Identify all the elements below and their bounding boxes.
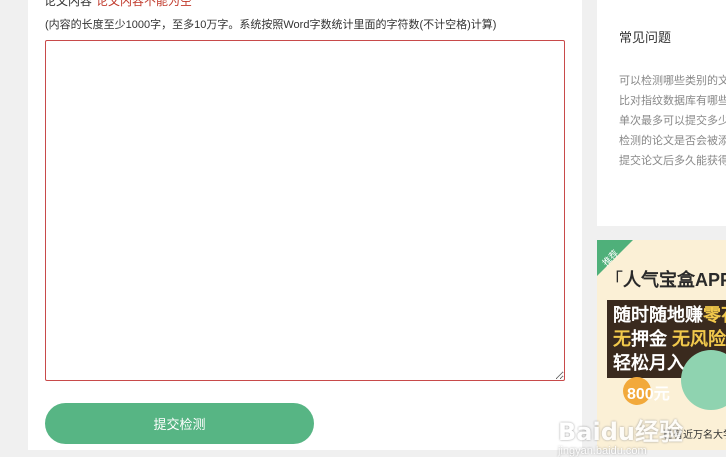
faq-item[interactable]: 提交论文后多久能获得报 [619, 151, 726, 171]
ad-app-name: 人气宝盒APP [623, 270, 726, 290]
submit-check-button[interactable]: 提交检测 [45, 403, 314, 444]
ad-slogan-text: 押金 [631, 329, 667, 349]
ad-amount: 800元 [627, 386, 670, 403]
content-label-text: 论文内容 [44, 0, 93, 8]
baidu-jingyan-watermark: Baidu经验 jingyan.baidu.com [558, 412, 683, 457]
faq-list: 可以检测哪些类别的文章 比对指纹数据库有哪些？ 单次最多可以提交多少字 检测的论… [619, 71, 726, 171]
ad-slogan-line-2: 无押金 无风险 [613, 327, 726, 351]
ad-slogan-text: 随时随地赚 [613, 305, 703, 325]
faq-title: 常见问题 [619, 30, 672, 45]
length-hint: (内容的长度至少1000字，至多10万字。系统按照Word字数统计里面的字符数(… [45, 19, 497, 31]
main-panel: 论文内容 论文内容不能为空 (内容的长度至少1000字，至多10万字。系统按照Wo… [28, 0, 582, 450]
faq-item[interactable]: 单次最多可以提交多少字 [619, 111, 726, 131]
ad-slogan-accent: 无风险 [672, 329, 726, 349]
faq-item[interactable]: 比对指纹数据库有哪些？ [619, 91, 726, 111]
watermark-main: Baidu经验 [558, 418, 683, 446]
ad-headline: 「人气宝盒APP [605, 266, 726, 292]
piggy-bank-icon [681, 350, 726, 410]
watermark-sub: jingyan.baidu.com [558, 445, 647, 457]
ad-slogan-line-1: 随时随地赚零花 [613, 303, 726, 327]
ad-slogan-accent: 零花 [703, 305, 726, 325]
faq-item[interactable]: 可以检测哪些类别的文章 [619, 71, 726, 91]
bracket-icon: 「 [605, 270, 623, 290]
content-textarea[interactable] [45, 40, 565, 381]
faq-item[interactable]: 检测的论文是否会被添加 [619, 131, 726, 151]
content-label: 论文内容 论文内容不能为空 [44, 0, 192, 9]
ad-slogan-accent: 无 [613, 329, 631, 349]
content-error-text: 论文内容不能为空 [96, 0, 193, 8]
faq-panel: 常见问题 可以检测哪些类别的文章 比对指纹数据库有哪些？ 单次最多可以提交多少字… [597, 0, 726, 226]
